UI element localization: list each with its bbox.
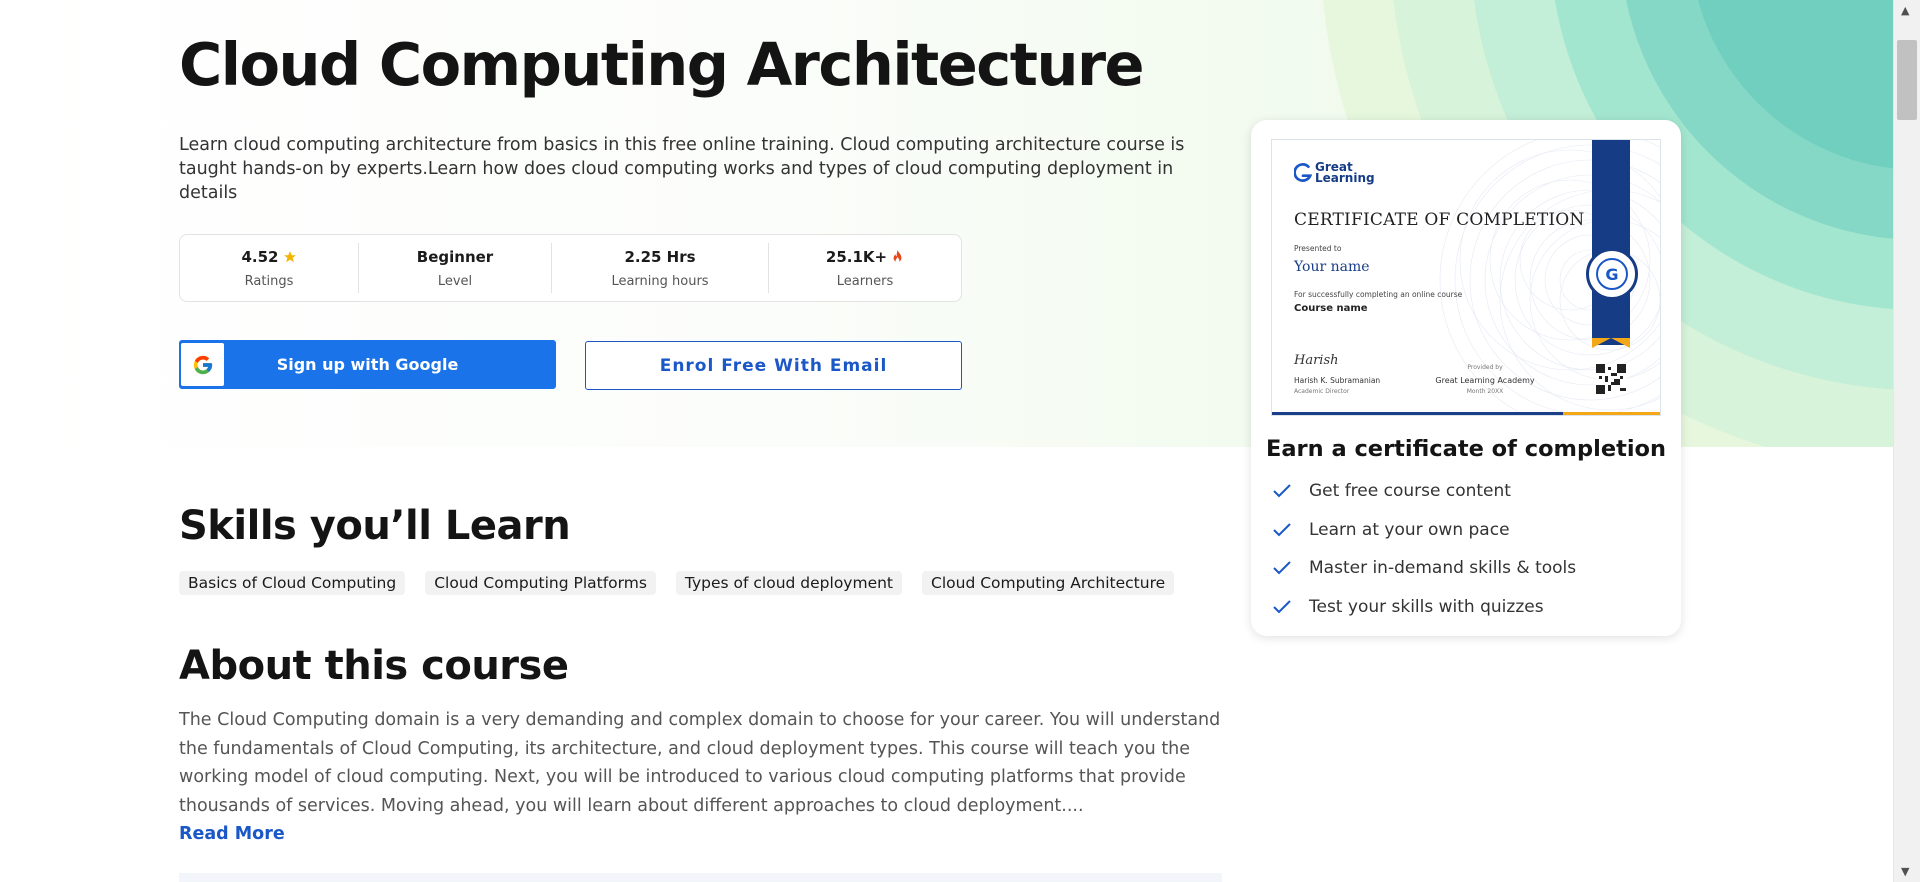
benefit-label: Master in-demand skills & tools — [1309, 558, 1577, 579]
about-heading: About this course — [179, 643, 569, 689]
star-icon — [283, 250, 296, 262]
enrol-email-button[interactable]: Enrol Free With Email — [585, 341, 962, 390]
course-description: Learn cloud computing architecture from … — [179, 135, 1185, 203]
benefit-item: Learn at your own pace — [1273, 511, 1576, 550]
stat-value: 4.52 — [241, 247, 279, 266]
benefit-label: Get free course content — [1309, 481, 1511, 502]
stat-value: Beginner — [416, 247, 494, 266]
check-icon — [1273, 484, 1295, 498]
enrol-email-label: Enrol Free With Email — [659, 355, 888, 376]
vertical-scrollbar[interactable]: ▲ ▼ — [1893, 0, 1920, 882]
check-icon — [1273, 523, 1295, 537]
benefit-item: Master in-demand skills & tools — [1273, 549, 1576, 588]
stat-learners: 25.1K+ Learners — [768, 243, 961, 293]
stat-label: Ratings — [244, 273, 294, 289]
stat-label: Learning hours — [611, 273, 709, 289]
google-signup-label: Sign up with Google — [276, 355, 459, 374]
academy-name: Great Learning Academy — [1435, 376, 1535, 385]
earn-certificate-title: Earn a certificate of completion — [1265, 436, 1667, 462]
next-section-edge — [179, 873, 1222, 882]
check-icon — [1273, 600, 1295, 614]
presented-to-label: Presented to — [1294, 244, 1342, 253]
great-learning-logo: Great Learning — [1294, 161, 1375, 185]
skill-chip: Cloud Computing Architecture — [922, 571, 1175, 595]
skill-chip: Basics of Cloud Computing — [179, 571, 406, 595]
skills-list: Basics of Cloud Computing Cloud Computin… — [179, 571, 1175, 595]
certificate-bottom-line — [1272, 412, 1660, 415]
signature: Harish — [1294, 353, 1339, 368]
course-stats: 4.52 Ratings Beginner Level 2.25 Hrs Lea… — [179, 234, 962, 302]
course-title: Cloud Computing Architecture — [179, 30, 1145, 99]
scroll-down-icon[interactable]: ▼ — [1901, 865, 1909, 878]
certificate-ribbon-tip — [1592, 338, 1630, 348]
stat-learning-hours: 2.25 Hrs Learning hours — [551, 243, 768, 293]
fire-icon — [893, 249, 902, 263]
skill-chip: Types of cloud deployment — [675, 571, 903, 595]
benefits-list: Get free course content Learn at your ow… — [1273, 472, 1576, 626]
recipient-name: Your name — [1294, 259, 1370, 275]
certificate-preview: G Great Learning CERTIFICATE OF COMPLETI… — [1271, 139, 1661, 416]
read-more-link[interactable]: Read More — [179, 824, 285, 844]
about-text: The Cloud Computing domain is a very dem… — [179, 710, 1221, 816]
stat-label: Level — [437, 273, 473, 289]
certificate-card: G Great Learning CERTIFICATE OF COMPLETI… — [1251, 120, 1681, 636]
signer-name: Harish K. Subramanian — [1294, 376, 1381, 385]
certificate-course-name: Course name — [1294, 303, 1368, 314]
google-signup-button[interactable]: Sign up with Google — [179, 340, 556, 389]
stat-value: 25.1K+ — [825, 247, 888, 266]
skills-heading: Skills you’ll Learn — [179, 503, 571, 549]
stat-label: Learners — [836, 273, 894, 289]
completion-text: For successfully completing an online co… — [1294, 290, 1463, 299]
benefit-label: Test your skills with quizzes — [1309, 596, 1544, 617]
skill-chip: Cloud Computing Platforms — [425, 571, 656, 595]
stat-level: Beginner Level — [358, 243, 551, 293]
certificate-month: Month 20XX — [1466, 388, 1504, 395]
scroll-up-icon[interactable]: ▲ — [1901, 4, 1909, 17]
stat-ratings: 4.52 Ratings — [180, 243, 358, 293]
certificate-title: CERTIFICATE OF COMPLETION — [1294, 210, 1585, 230]
stat-value: 2.25 Hrs — [624, 247, 696, 266]
benefit-item: Get free course content — [1273, 472, 1576, 511]
provided-by-label: Provided by — [1467, 364, 1503, 371]
scrollbar-thumb[interactable] — [1897, 40, 1917, 120]
benefit-label: Learn at your own pace — [1309, 519, 1510, 540]
certificate-ribbon — [1592, 140, 1630, 345]
qr-code-icon — [1596, 364, 1626, 394]
check-icon — [1273, 561, 1295, 575]
verified-seal-icon: G — [1586, 248, 1638, 300]
benefit-item: Test your skills with quizzes — [1273, 588, 1576, 627]
google-logo-icon — [181, 343, 224, 386]
great-learning-logo-icon — [1294, 163, 1312, 182]
logo-line-2: Learning — [1315, 171, 1375, 185]
signer-role: Academic Director — [1294, 388, 1350, 395]
